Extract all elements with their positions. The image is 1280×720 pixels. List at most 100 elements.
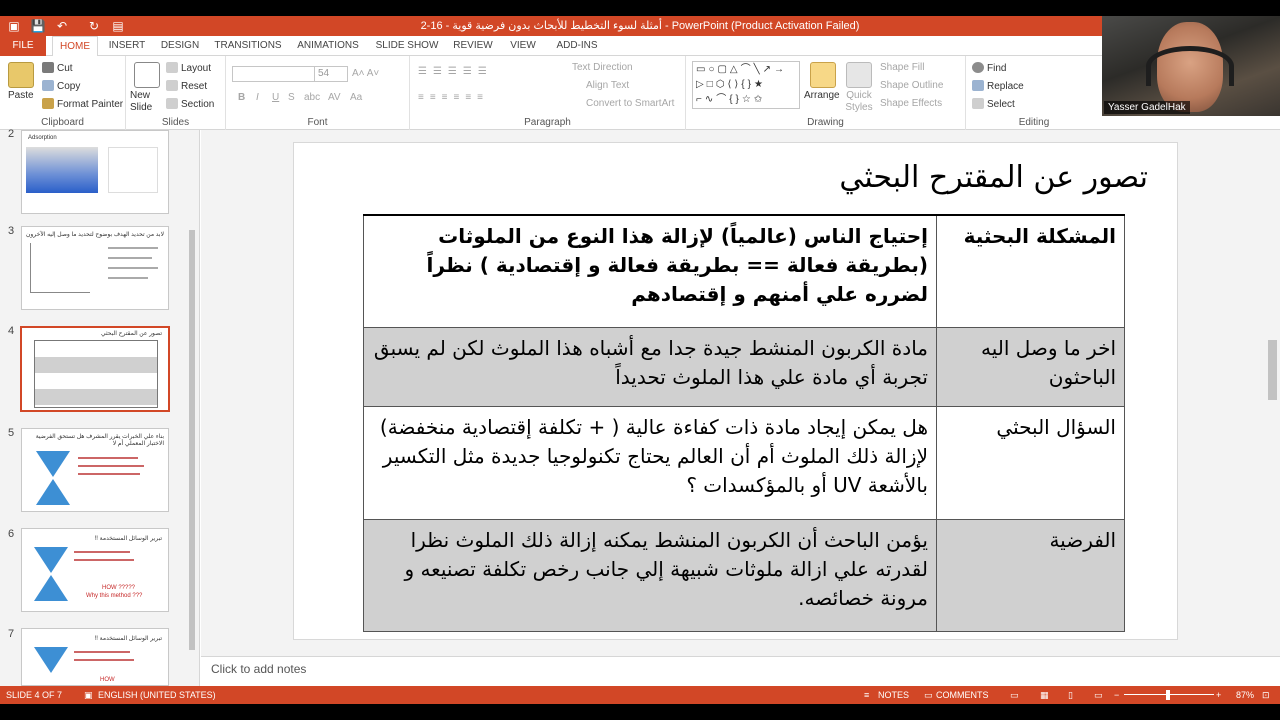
slide-thumbnail-6[interactable]: تبرير الوسائل المستخدمة !! HOW ????? Why…: [21, 528, 169, 612]
font-name-field[interactable]: [232, 66, 316, 82]
slide-thumbnail-7[interactable]: تبرير الوسائل المستخدمة !! HOW: [21, 628, 169, 686]
tab-design[interactable]: DESIGN: [156, 36, 204, 56]
vertical-scroll-thumb[interactable]: [1268, 340, 1277, 400]
row-content[interactable]: يؤمن الباحث أن الكربون المنشط يمكنه إزال…: [363, 518, 937, 633]
italic-button[interactable]: I: [256, 92, 259, 103]
zoom-slider-thumb[interactable]: [1166, 690, 1170, 700]
zoom-level[interactable]: 87%: [1236, 686, 1254, 704]
underline-button[interactable]: U: [272, 92, 279, 103]
replace-button[interactable]: Replace: [972, 80, 1024, 92]
row-content[interactable]: مادة الكربون المنشط جيدة جدا مع أشباه هذ…: [363, 327, 937, 408]
undo-icon[interactable]: ↶: [54, 18, 70, 34]
spellcheck-icon[interactable]: ▣: [84, 686, 93, 704]
strikethrough-button[interactable]: S: [288, 92, 295, 103]
tab-view[interactable]: VIEW: [504, 36, 542, 56]
shape-fill-button[interactable]: Shape Fill: [880, 62, 924, 73]
notes-placeholder[interactable]: Click to add notes: [211, 662, 306, 676]
replace-label: Replace: [987, 81, 1024, 92]
paste-button[interactable]: Paste: [8, 90, 34, 101]
align-buttons[interactable]: ≡≡≡≡≡≡: [418, 92, 489, 103]
copy-button[interactable]: Copy: [42, 80, 80, 92]
tab-slide-show[interactable]: SLIDE SHOW: [372, 36, 442, 56]
thumb-funnel: [34, 575, 68, 601]
new-slide-button[interactable]: New Slide: [130, 90, 164, 114]
change-case-button[interactable]: Aa: [350, 92, 362, 103]
zoom-out-icon[interactable]: −: [1114, 686, 1119, 704]
normal-view-icon[interactable]: ▭: [1010, 686, 1019, 704]
copy-icon: [42, 80, 54, 91]
thumb-title: تصور عن المقترح البحثي: [100, 331, 162, 337]
screen-top-border: [0, 0, 1280, 16]
slide-thumbnail-2[interactable]: Adsorption: [21, 130, 169, 214]
slide-sorter-icon[interactable]: ▦: [1040, 686, 1049, 704]
notes-pane[interactable]: Click to add notes: [201, 656, 1280, 686]
reset-button[interactable]: Reset: [166, 80, 207, 92]
zoom-in-icon[interactable]: +: [1216, 686, 1221, 704]
row-content[interactable]: إحتياج الناس (عالمياً) لإزالة هذا النوع …: [363, 214, 937, 329]
shapes-gallery[interactable]: ▭○▢△⌒╲↗→ ▷□⬡⟨⟩{}★ ⌐∿⌒{}☆✩: [692, 61, 800, 109]
thumb-title: تبرير الوسائل المستخدمة !!: [94, 636, 162, 642]
thumbnail-scrollbar[interactable]: [187, 130, 197, 650]
font-grow-button[interactable]: A˄ A˅: [352, 68, 379, 79]
char-spacing-button[interactable]: AV: [328, 92, 341, 103]
row-header[interactable]: الفرضية: [936, 518, 1125, 633]
select-button[interactable]: Select: [972, 98, 1015, 110]
tab-review[interactable]: REVIEW: [450, 36, 496, 56]
format-painter-button[interactable]: Format Painter: [42, 98, 123, 110]
row-header[interactable]: اخر ما وصل اليه الباحثون: [936, 327, 1125, 408]
comments-icon[interactable]: ▭: [924, 686, 933, 704]
thumb-text-line: [108, 257, 152, 259]
status-bar: SLIDE 4 OF 7 ▣ ENGLISH (UNITED STATES) ≡…: [0, 686, 1280, 704]
proposal-table[interactable]: المشكلة البحثية إحتياج الناس (عالمياً) ل…: [363, 214, 1125, 633]
start-presentation-icon[interactable]: ▤: [110, 18, 126, 34]
slide-title[interactable]: تصور عن المقترح البحثي: [500, 160, 1148, 195]
language-indicator[interactable]: ENGLISH (UNITED STATES): [98, 686, 216, 704]
tab-transitions[interactable]: TRANSITIONS: [210, 36, 286, 56]
tab-add-ins[interactable]: ADD-INS: [550, 36, 604, 56]
new-slide-icon[interactable]: [134, 62, 160, 88]
bold-button[interactable]: B: [238, 92, 245, 103]
window-title: 2-16 - أمثلة لسوء التخطيط للأبحاث بدون ف…: [420, 20, 860, 32]
arrange-icon[interactable]: [810, 62, 836, 88]
slide-thumbnail-5[interactable]: بناء علي الخبرات يقرر المشرف هل تستحق ال…: [21, 428, 169, 512]
thumb-text-line: [74, 659, 134, 661]
arrange-button[interactable]: Arrange: [804, 90, 840, 101]
tab-home[interactable]: HOME: [52, 36, 98, 57]
tab-animations[interactable]: ANIMATIONS: [292, 36, 364, 56]
quick-styles-button[interactable]: Quick Styles: [842, 90, 876, 114]
slide-thumbnail-panel: 2 Adsorption 3 لابد من تحديد الهدف بوضوح…: [0, 128, 200, 686]
align-text-button[interactable]: Align Text: [586, 80, 629, 91]
convert-smartart-button[interactable]: Convert to SmartArt: [586, 98, 674, 109]
list-buttons[interactable]: ☰☰☰☰☰: [418, 66, 493, 77]
cut-button[interactable]: Cut: [42, 62, 73, 74]
row-content[interactable]: هل يمكن إيجاد مادة ذات كفاءة عالية ( + ت…: [363, 406, 937, 520]
shape-effects-button[interactable]: Shape Effects: [880, 98, 942, 109]
section-button[interactable]: Section: [166, 98, 214, 110]
tab-insert[interactable]: INSERT: [104, 36, 150, 56]
slide-thumbnail-3[interactable]: لابد من تحديد الهدف بوضوح لتحديد ما وصل …: [21, 226, 169, 310]
find-button[interactable]: Find: [972, 62, 1006, 74]
tab-file[interactable]: FILE: [0, 36, 46, 56]
redo-icon[interactable]: ↻: [86, 18, 102, 34]
notes-button[interactable]: NOTES: [878, 686, 909, 704]
clipboard-group-label: Clipboard: [41, 117, 84, 128]
layout-button[interactable]: Layout: [166, 62, 211, 74]
comments-button[interactable]: COMMENTS: [936, 686, 989, 704]
shadow-button[interactable]: abc: [304, 92, 320, 103]
vertical-scrollbar[interactable]: [1265, 130, 1280, 656]
notes-icon[interactable]: ≡: [864, 686, 869, 704]
paste-icon[interactable]: [8, 62, 34, 88]
slideshow-icon[interactable]: ▭: [1094, 686, 1103, 704]
thumbnail-scroll-thumb[interactable]: [189, 230, 195, 650]
quick-styles-icon[interactable]: [846, 62, 872, 88]
row-header[interactable]: السؤال البحثي: [936, 406, 1125, 520]
save-icon[interactable]: 💾: [30, 18, 46, 34]
row-header[interactable]: المشكلة البحثية: [936, 214, 1125, 329]
shape-outline-button[interactable]: Shape Outline: [880, 80, 943, 91]
reading-view-icon[interactable]: ▯: [1068, 686, 1073, 704]
text-direction-button[interactable]: Text Direction: [572, 62, 633, 73]
fit-to-window-icon[interactable]: ⊡: [1262, 686, 1270, 704]
font-size-field[interactable]: 54: [314, 66, 348, 82]
layout-label: Layout: [181, 63, 212, 74]
slide-thumbnail-4[interactable]: تصور عن المقترح البحثي: [20, 326, 170, 412]
